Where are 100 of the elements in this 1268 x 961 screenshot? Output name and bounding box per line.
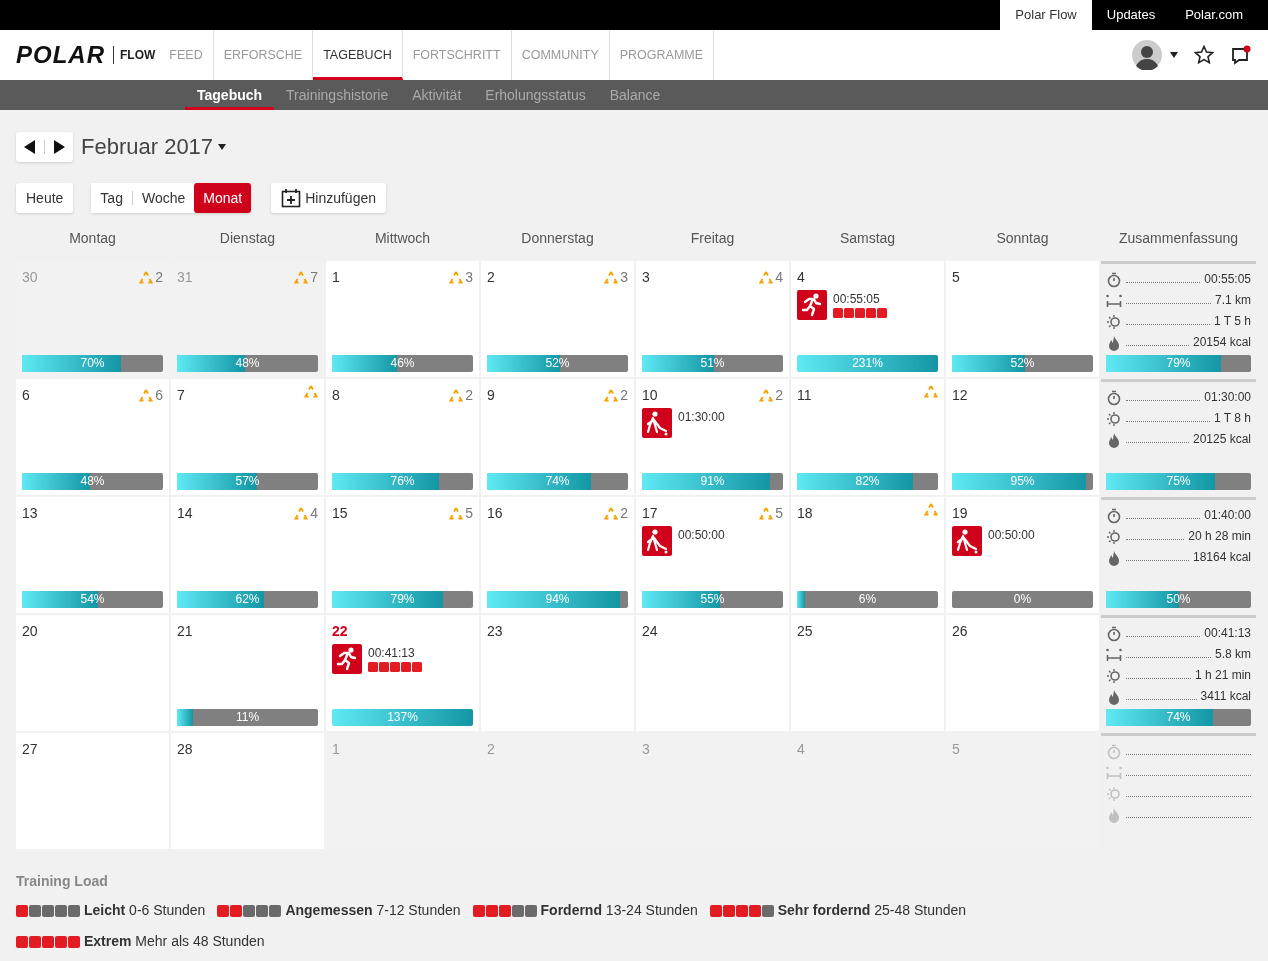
top-link[interactable]: Polar Flow [1000,0,1092,30]
day-cell[interactable]: 8 2 76% [326,379,479,495]
sun-icon [1106,314,1122,330]
progress-label: 6% [857,591,878,608]
hockey-player-icon [952,526,982,556]
top-link[interactable]: Polar.com [1170,0,1258,30]
day-cell[interactable]: 21 11% [171,615,324,731]
day-cell[interactable]: 18 6% [791,497,944,613]
alert-count: 4 [775,268,783,287]
dotted-leader [1126,442,1189,443]
progress-label: 74% [1165,709,1192,726]
progress-label: 57% [234,473,261,490]
day-cell[interactable]: 4 00:55:05 231% [791,261,944,377]
stopwatch-icon [1106,508,1122,524]
hockey-player-icon [642,408,672,438]
product-name: FLOW [113,46,156,64]
day-number: 16 [487,504,503,523]
day-cell[interactable]: 3 4 51% [636,261,789,377]
progress-label: 62% [234,591,261,608]
progress-label: 91% [699,473,726,490]
day-cell[interactable]: 26 [946,615,1099,731]
alert-count: 6 [155,386,163,405]
today-button[interactable]: Heute [16,183,74,213]
progress-label: 52% [544,355,571,372]
day-cell[interactable]: 14 4 62% [171,497,324,613]
day-cell[interactable]: 17 5 00:50:00 55% [636,497,789,613]
day-number: 25 [797,622,813,641]
stat-value: 5.8 km [1215,646,1251,663]
day-cell[interactable]: 24 [636,615,789,731]
day-cell[interactable]: 2 3 52% [481,261,634,377]
view-tab[interactable]: Monat [194,183,252,213]
weekday-header: Samstag [838,229,897,248]
day-cell[interactable]: 28 [171,733,324,849]
day-cell[interactable]: 5 52% [946,261,1099,377]
stat-value: 3411 kcal [1200,688,1251,705]
month-dropdown[interactable]: Februar 2017 [81,130,227,163]
progress-label: 231% [851,355,884,372]
day-cell[interactable]: 23 [481,615,634,731]
day-number: 7 [177,386,185,405]
top-link[interactable]: Updates [1091,0,1171,30]
calendar-plus-icon [281,188,302,208]
stopwatch-icon [1106,390,1122,406]
day-number: 31 [177,268,193,287]
day-cell[interactable]: 12 95% [946,379,1099,495]
day-cell[interactable]: 13 54% [16,497,169,613]
distance-icon [1106,765,1122,781]
stat-value: 01:40:00 [1204,507,1251,524]
sun-icon [1106,529,1122,545]
logo[interactable]: POLAR [16,37,105,73]
caret-icon [218,143,227,150]
day-cell[interactable]: 25 [791,615,944,731]
day-cell[interactable]: 27 [16,733,169,849]
weekday-header: Montag [68,229,117,248]
day-cell[interactable]: 22 00:41:13 137% [326,615,479,731]
day-cell[interactable]: 16 2 94% [481,497,634,613]
view-tab[interactable]: Woche [132,183,195,213]
runner-icon [332,644,362,674]
progress-label: 51% [699,355,726,372]
progress-label: 137% [386,709,419,726]
stat-value: 1 T 8 h [1214,410,1251,427]
distance-icon [1106,647,1122,663]
training-duration: 01:30:00 [678,409,725,426]
progress-label: 82% [854,473,881,490]
view-tab[interactable]: Tag [91,183,132,213]
profile-menu[interactable] [1132,40,1178,70]
dotted-leader [1126,560,1189,561]
dotted-leader [1126,699,1197,700]
favorites-button[interactable] [1194,45,1214,65]
alert-count: 3 [620,268,628,287]
day-number: 22 [332,622,348,641]
day-cell[interactable]: 9 2 74% [481,379,634,495]
day-cell[interactable]: 19 00:50:00 0% [946,497,1099,613]
flame-icon [1106,689,1122,705]
day-number: 30 [22,268,38,287]
flame-icon [1106,432,1122,448]
runner-icon [797,290,827,320]
legend-title: Training Load [16,872,109,891]
day-number: 13 [22,504,38,523]
message-icon [1230,44,1252,66]
day-number: 9 [487,386,495,405]
sub-nav-tab[interactable]: Tagebuch [185,80,275,110]
day-cell[interactable]: 7 57% [171,379,324,495]
day-number: 24 [642,622,658,641]
day-cell[interactable]: 11 82% [791,379,944,495]
dotted-leader [1126,678,1191,679]
star-icon [1194,45,1214,65]
add-button[interactable]: Hinzufügen [271,183,386,213]
day-cell[interactable]: 15 5 79% [326,497,479,613]
day-number: 27 [22,740,38,759]
sun-icon [1106,786,1122,802]
day-cell[interactable]: 10 2 01:30:00 91% [636,379,789,495]
legend-label: Fordernd 13-24 Stunden [540,901,698,920]
day-number: 4 [797,268,805,287]
legend-label: Leicht 0-6 Stunden [84,901,206,920]
day-number: 6 [22,386,30,405]
weekday-header: Dienstag [218,229,277,248]
notifications-button[interactable] [1230,44,1252,66]
day-number: 8 [332,386,340,405]
day-cell[interactable]: 20 [16,615,169,731]
day-number: 23 [487,622,503,641]
